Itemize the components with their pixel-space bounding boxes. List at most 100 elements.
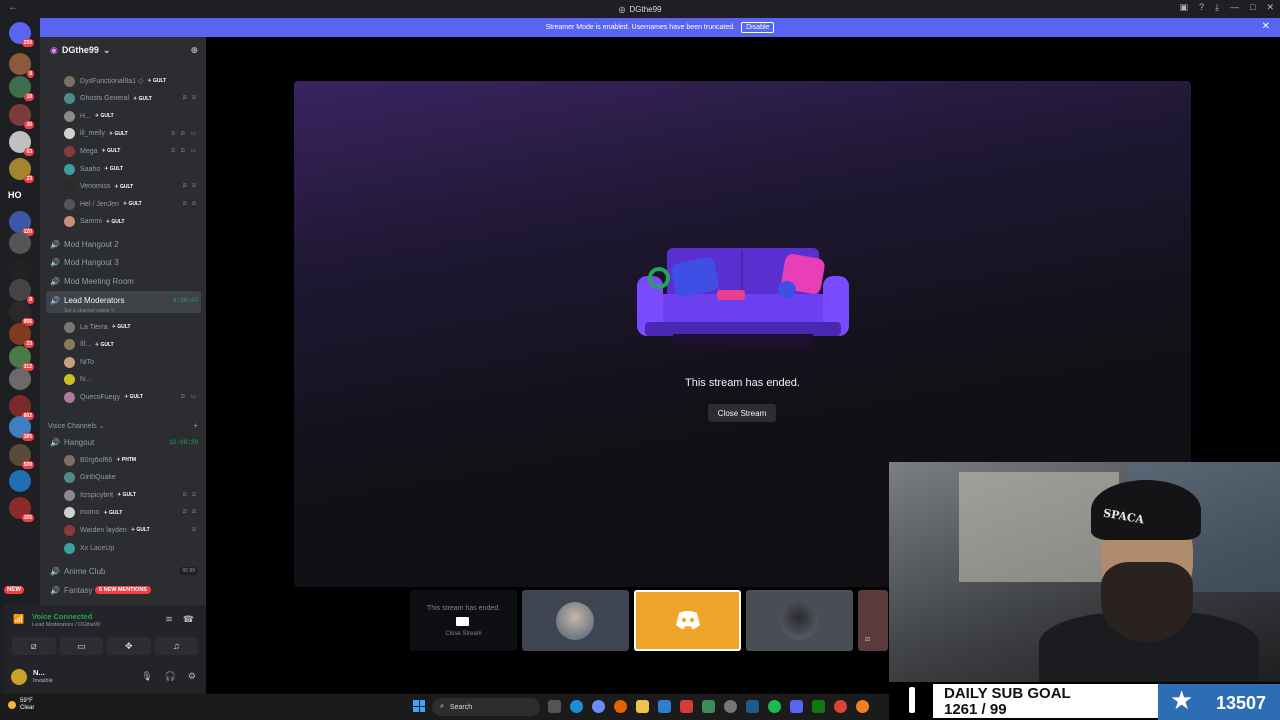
steam-icon[interactable] [746, 700, 759, 713]
voice-user-row[interactable]: B0rg6of66 ✈ PHTM [40, 452, 206, 468]
server-icon[interactable]: 18 [9, 76, 34, 101]
tile-participant-speaking[interactable] [634, 590, 741, 651]
voice-user-row[interactable]: GirthQuake [40, 470, 206, 486]
camera-off-icon[interactable]: ⧄ [865, 634, 870, 644]
weather-widget[interactable]: 59°F Clear [8, 698, 34, 712]
spotify-icon[interactable] [768, 700, 781, 713]
server-icon[interactable]: 8 [9, 53, 34, 78]
server-icon[interactable]: 63 [9, 131, 34, 156]
server-icon[interactable]: 802 [9, 395, 34, 420]
voice-user-row[interactable]: Sammi ✈ GULT [40, 214, 206, 230]
tile-stream-ended[interactable]: This stream has ended. Close Stream [410, 590, 517, 651]
camera-off-button[interactable]: ⧄ [12, 637, 56, 655]
inbox-icon[interactable]: ▣ [1180, 2, 1189, 13]
server-icon[interactable] [9, 259, 31, 281]
voice-user-row[interactable]: Mega ✈ GULT ⧄ ⧄ ▭ [40, 143, 206, 159]
disable-streamer-mode-button[interactable]: Disable [741, 22, 775, 33]
voice-user-row[interactable]: Hel / JenJen ✈ GULT ⧄ ⧄ [40, 196, 206, 212]
voice-channel[interactable]: 🔊 Mod Hangout 2 [40, 236, 206, 252]
tile-participant[interactable] [522, 590, 629, 651]
activities-button[interactable]: ✥ [107, 637, 151, 655]
close-banner-icon[interactable]: ✕ [1262, 21, 1270, 32]
photos-icon[interactable] [658, 700, 671, 713]
create-channel-plus-icon[interactable]: + [193, 421, 198, 430]
voice-user-row[interactable]: momo ✈ GULT ⧄ ⧄ [40, 505, 206, 521]
headphones-icon[interactable]: 🎧 [165, 671, 176, 682]
voice-user-row[interactable]: Venomiss ✈ GULT ⧄ ⧄ [40, 179, 206, 195]
copilot-icon[interactable] [592, 700, 605, 713]
user-name[interactable]: N... [33, 668, 45, 677]
voice-user-row[interactable]: Saaho ✈ GULT [40, 161, 206, 177]
voice-connected-status[interactable]: Voice Connected [32, 612, 92, 621]
server-icon[interactable] [9, 368, 31, 390]
windows-start-icon[interactable] [413, 700, 425, 712]
signal-icon[interactable]: 📶 [13, 614, 24, 625]
voice-channel[interactable]: 🔊 Anime Club 00 99 [40, 563, 206, 579]
server-icon[interactable]: 120 [9, 211, 34, 236]
voice-user-row[interactable]: DysFunctional8a1 ◇ ✈ GULT [40, 73, 206, 89]
voice-user-row[interactable]: La Tierra ✈ GULT [40, 319, 206, 335]
disconnect-icon[interactable]: ☎ [183, 614, 194, 625]
download-icon[interactable]: ⤓ [1215, 2, 1219, 13]
voice-user-row[interactable]: NiTo [40, 354, 206, 370]
noise-suppression-icon[interactable]: ≋ [165, 614, 173, 625]
xbox-icon[interactable] [812, 700, 825, 713]
voice-channel[interactable]: 🔊 Hangout 12:08:39 [40, 434, 206, 450]
tile-participant-partial[interactable] [858, 590, 888, 651]
voice-user-row[interactable]: Xx LaceUp [40, 540, 206, 556]
server-icon[interactable]: 355 [9, 497, 34, 522]
minimize-button[interactable]: — [1230, 2, 1239, 13]
soundboard-button[interactable]: ♫ [154, 637, 198, 655]
user-avatar[interactable] [11, 669, 27, 685]
server-header[interactable]: ◉ DGthe99 ⌄ ⊕ [40, 37, 206, 63]
cloud-icon[interactable] [856, 700, 869, 713]
voice-channel[interactable]: 🔊 Lead Moderators 4:30:47 [40, 292, 206, 308]
app-a-icon[interactable] [680, 700, 693, 713]
screen-share-button[interactable]: ▭ [59, 637, 103, 655]
voice-user-row[interactable]: QuecoFuegy ✈ GULT ⧄ ▭ [40, 389, 206, 405]
help-icon[interactable]: ? [1199, 2, 1204, 13]
microphone-icon[interactable]: 🎙 [141, 671, 152, 682]
file-explorer-icon[interactable] [636, 700, 649, 713]
chrome-icon[interactable] [834, 700, 847, 713]
back-arrow-icon[interactable]: ← [8, 2, 18, 13]
server-icon[interactable] [9, 470, 31, 492]
task-view-icon[interactable] [548, 700, 561, 713]
voice-user-row[interactable]: H... ✈ GULT [40, 108, 206, 124]
settings-gear-icon[interactable]: ⚙ [188, 671, 196, 682]
voice-user-row[interactable]: Itzspicybrit ✈ GULT ⧄ ⧄ [40, 487, 206, 503]
add-member-icon[interactable]: ⊕ [190, 45, 198, 56]
channel-status-hint[interactable]: Set a channel status ✎ [64, 308, 115, 314]
server-icon[interactable]: 23 [9, 158, 34, 183]
app-chart-icon[interactable] [702, 700, 715, 713]
server-icon[interactable]: 956 [9, 301, 34, 326]
edge-icon[interactable] [570, 700, 583, 713]
taskbar-search[interactable]: ⌕ Search [432, 698, 540, 716]
maximize-button[interactable]: □ [1250, 2, 1255, 13]
discord-icon[interactable] [790, 700, 803, 713]
tile-participant[interactable] [746, 590, 853, 651]
new-mentions-pill[interactable]: 6 NEW MENTIONS [95, 586, 151, 594]
server-icon[interactable]: 385 [9, 416, 34, 441]
server-icon[interactable] [9, 232, 31, 254]
tile-close-stream[interactable]: Close Stream [410, 631, 517, 637]
server-icon-text[interactable]: HO [8, 190, 22, 200]
server-icon[interactable]: 30 [9, 104, 34, 129]
voice-user-row[interactable]: Warden layden ✈ GULT ⧄ [40, 522, 206, 538]
voice-user-row[interactable]: lil_melly ✈ GULT ⧄ ⧄ ▭ [40, 126, 206, 142]
voice-user-row[interactable]: N... [40, 372, 206, 388]
close-window-button[interactable]: ✕ [1266, 2, 1274, 13]
voice-user-row[interactable]: Ghosts General ✈ GULT ⧄ ⧄ [40, 91, 206, 107]
server-icon[interactable]: 23 [9, 323, 34, 348]
server-icon[interactable]: 8 [9, 279, 34, 304]
voice-channels-category[interactable]: Voice Channels ⌄ [48, 422, 104, 430]
voice-user-row[interactable]: Ill... ✈ GULT [40, 337, 206, 353]
settings-icon[interactable] [724, 700, 737, 713]
voice-channel[interactable]: 🔊 Fantasy 6 NEW MENTIONS [40, 582, 206, 598]
voice-channel[interactable]: 🔊 Mod Hangout 3 [40, 255, 206, 271]
firefox-icon[interactable] [614, 700, 627, 713]
server-icon[interactable]: 312 [9, 346, 34, 371]
new-unreads-badge[interactable]: NEW [4, 586, 24, 594]
close-stream-button[interactable]: Close Stream [708, 404, 776, 422]
server-icon[interactable]: 250 [9, 22, 34, 47]
